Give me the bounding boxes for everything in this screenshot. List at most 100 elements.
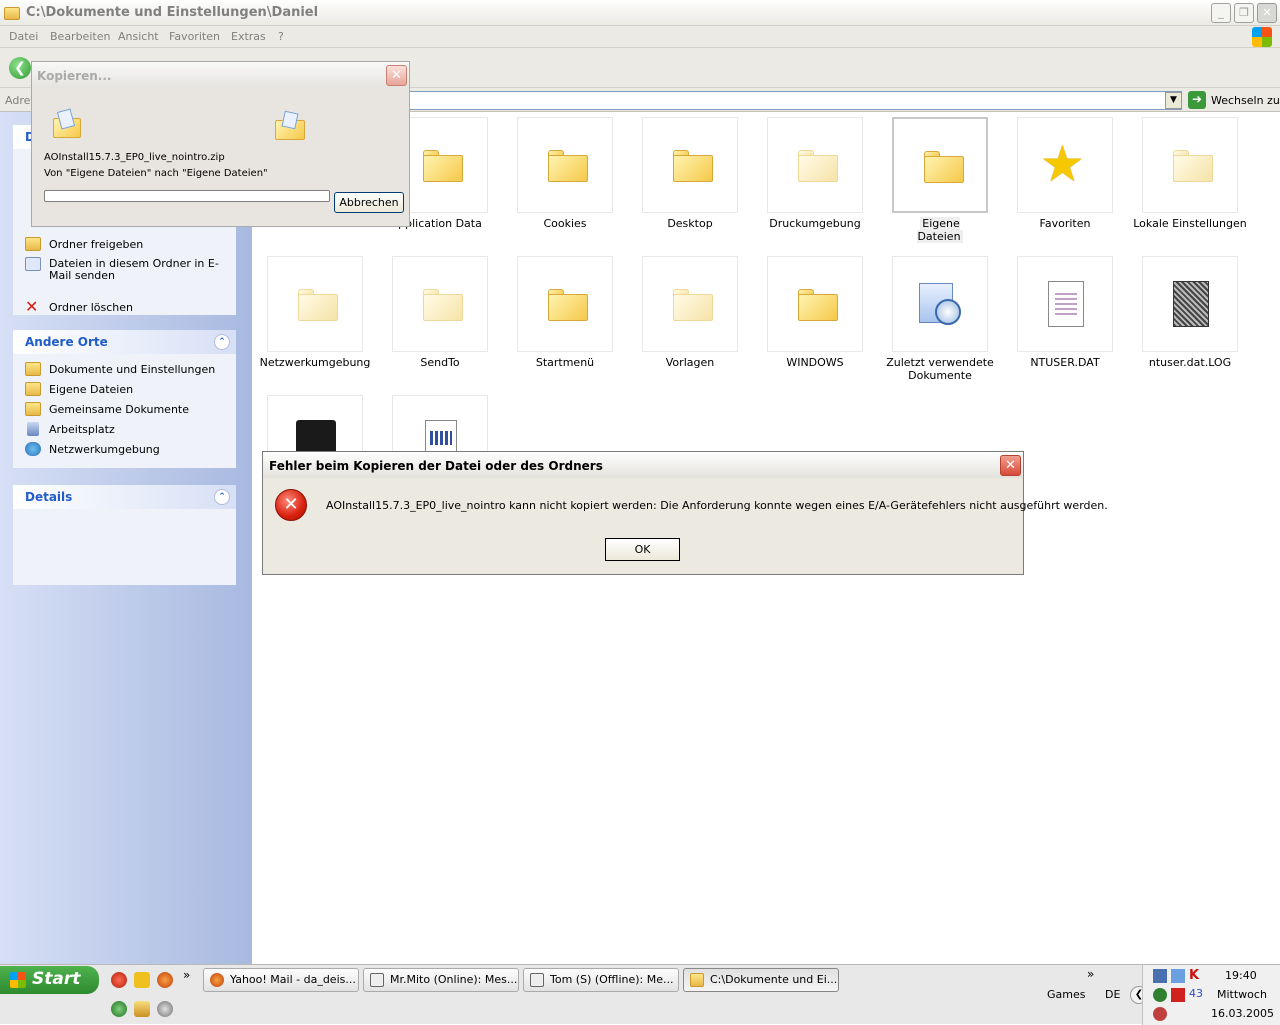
window-title: C:\Dokumente und Einstellungen\Daniel — [26, 5, 319, 20]
firefox-icon — [210, 973, 224, 987]
abort-button[interactable]: Abbrechen — [334, 192, 404, 213]
menu-bearbeiten[interactable]: Bearbeiten — [50, 30, 110, 43]
firefox-icon[interactable] — [157, 972, 173, 988]
folder-icon — [4, 7, 20, 20]
menu-favoriten[interactable]: Favoriten — [169, 30, 220, 43]
maximize-button[interactable]: ❐ — [1234, 3, 1254, 23]
quicklaunch-speaker-icon[interactable] — [157, 1001, 173, 1017]
error-icon: ✕ — [275, 489, 307, 521]
error-dialog-titlebar[interactable]: Fehler beim Kopieren der Datei oder des … — [263, 452, 1023, 478]
folder-icon — [673, 150, 713, 182]
copy-dialog: Kopieren... ✕ AOInstall15.7.3_EP0_live_n… — [31, 61, 410, 227]
hidden-folder-icon — [798, 150, 838, 182]
menu-ansicht[interactable]: Ansicht — [118, 30, 159, 43]
windows-flag-icon — [10, 972, 26, 988]
ok-button[interactable]: OK — [605, 538, 680, 561]
hidden-folder-icon — [1173, 150, 1213, 182]
hidden-folder-icon — [298, 289, 338, 321]
monitor-tray-icon[interactable] — [1171, 969, 1185, 983]
close-button[interactable]: ✕ — [1257, 3, 1277, 23]
quicklaunch-chevron-icon[interactable]: » — [183, 968, 190, 982]
file-icon — [1048, 281, 1084, 327]
error-dialog: Fehler beim Kopieren der Datei oder des … — [262, 451, 1108, 575]
delete-x-icon: ✕ — [25, 297, 39, 316]
share-folder-icon — [25, 237, 41, 251]
kaspersky-icon[interactable]: K — [1189, 968, 1199, 983]
language-indicator[interactable]: DE — [1105, 988, 1120, 1001]
source-folder-icon — [53, 108, 81, 138]
task-messenger-tom[interactable]: Tom (S) (Offline): Me... — [523, 968, 679, 992]
task-pane: D Ordner freigeben Dateien in diesem Ord… — [0, 112, 252, 964]
system-tray: K 43 19:40 Mittwoch 16.03.2005 — [1142, 965, 1280, 1025]
address-dropdown-icon[interactable]: ▼ — [1165, 92, 1182, 109]
quicklaunch-pencil-icon[interactable] — [134, 1001, 150, 1017]
error-dialog-close-button[interactable]: ✕ — [1000, 455, 1021, 476]
collapse-chevron-icon[interactable]: ⌃ — [214, 489, 230, 505]
taskbar-chevron-icon[interactable]: » — [1087, 967, 1094, 981]
menu-datei[interactable]: Datei — [9, 30, 38, 43]
address-input[interactable] — [408, 91, 1182, 110]
network-tray-icon[interactable] — [1153, 969, 1167, 983]
folder-icon — [423, 150, 463, 182]
messenger-icon — [370, 973, 384, 987]
shared-folder-icon — [25, 402, 41, 416]
tray-count[interactable]: 43 — [1189, 987, 1203, 1000]
games-toolbar[interactable]: Games — [1047, 988, 1085, 1001]
config-file-icon — [425, 420, 457, 452]
folder-icon — [798, 289, 838, 321]
copy-progress-bar — [44, 190, 330, 202]
go-button[interactable]: Wechseln zu — [1211, 94, 1280, 107]
clock-weekday: Mittwoch — [1217, 988, 1267, 1001]
go-arrow-icon[interactable]: ➜ — [1188, 91, 1206, 109]
user-tray-icon[interactable] — [1153, 988, 1167, 1002]
other-places-header[interactable]: Andere Orte ⌃ — [13, 330, 236, 354]
quicklaunch-app-icon[interactable] — [111, 1001, 127, 1017]
hidden-folder-icon — [423, 289, 463, 321]
copy-dialog-title: Kopieren... — [37, 69, 112, 83]
computer-icon — [27, 422, 39, 436]
hidden-folder-icon — [673, 289, 713, 321]
messenger-icon — [530, 973, 544, 987]
details-panel: Details ⌃ — [13, 485, 236, 585]
clock-date: 16.03.2005 — [1211, 1007, 1274, 1020]
title-bar: C:\Dokumente und Einstellungen\Daniel _ … — [0, 0, 1280, 26]
black-file-icon — [296, 420, 336, 452]
clock-icon — [935, 299, 961, 325]
menu-extras[interactable]: Extras — [231, 30, 266, 43]
details-header[interactable]: Details ⌃ — [13, 485, 236, 509]
winamp-icon[interactable] — [134, 972, 150, 988]
menu-bar: Datei Bearbeiten Ansicht Favoriten Extra… — [0, 26, 1280, 48]
folder-icon — [548, 289, 588, 321]
blocked-tray-icon[interactable] — [1153, 1007, 1167, 1021]
email-icon — [25, 257, 41, 271]
my-documents-icon — [25, 382, 41, 396]
folder-icon — [924, 151, 964, 183]
opera-icon[interactable] — [111, 972, 127, 988]
copy-dialog-close-button[interactable]: ✕ — [386, 65, 407, 86]
network-globe-icon — [25, 442, 41, 456]
error-message: AOInstall15.7.3_EP0_live_nointro kann ni… — [326, 499, 1108, 512]
start-button[interactable]: Start — [0, 966, 99, 994]
folder-icon — [25, 362, 41, 376]
folder-icon — [548, 150, 588, 182]
copy-from-to: Von "Eigene Dateien" nach "Eigene Dateie… — [44, 168, 268, 179]
task-yahoo-mail[interactable]: Yahoo! Mail - da_deis... — [203, 968, 359, 992]
error-dialog-title: Fehler beim Kopieren der Datei oder des … — [269, 459, 603, 473]
copy-filename: AOInstall15.7.3_EP0_live_nointro.zip — [44, 152, 225, 163]
clock-time[interactable]: 19:40 — [1225, 969, 1257, 982]
minimize-button[interactable]: _ — [1211, 3, 1231, 23]
star-icon: ★ — [1040, 135, 1085, 193]
windows-logo-icon — [1252, 27, 1272, 47]
other-places-panel: Andere Orte ⌃ Dokumente und Einstellunge… — [13, 330, 236, 468]
back-arrow-icon[interactable]: ❮ — [9, 57, 31, 79]
collapse-chevron-icon[interactable]: ⌃ — [214, 334, 230, 350]
task-explorer-window[interactable]: C:\Dokumente und Ei... — [683, 968, 839, 992]
copy-dialog-titlebar[interactable]: Kopieren... ✕ — [32, 62, 409, 88]
menu-help[interactable]: ? — [278, 30, 284, 43]
destination-folder-icon — [275, 110, 305, 140]
taskbar: Start » Yahoo! Mail - da_deis... Mr.Mito… — [0, 964, 1280, 1025]
folder-icon — [690, 973, 704, 987]
alert-tray-icon[interactable] — [1171, 988, 1185, 1002]
task-messenger-mito[interactable]: Mr.Mito (Online): Mes... — [363, 968, 519, 992]
log-file-icon — [1173, 281, 1209, 327]
